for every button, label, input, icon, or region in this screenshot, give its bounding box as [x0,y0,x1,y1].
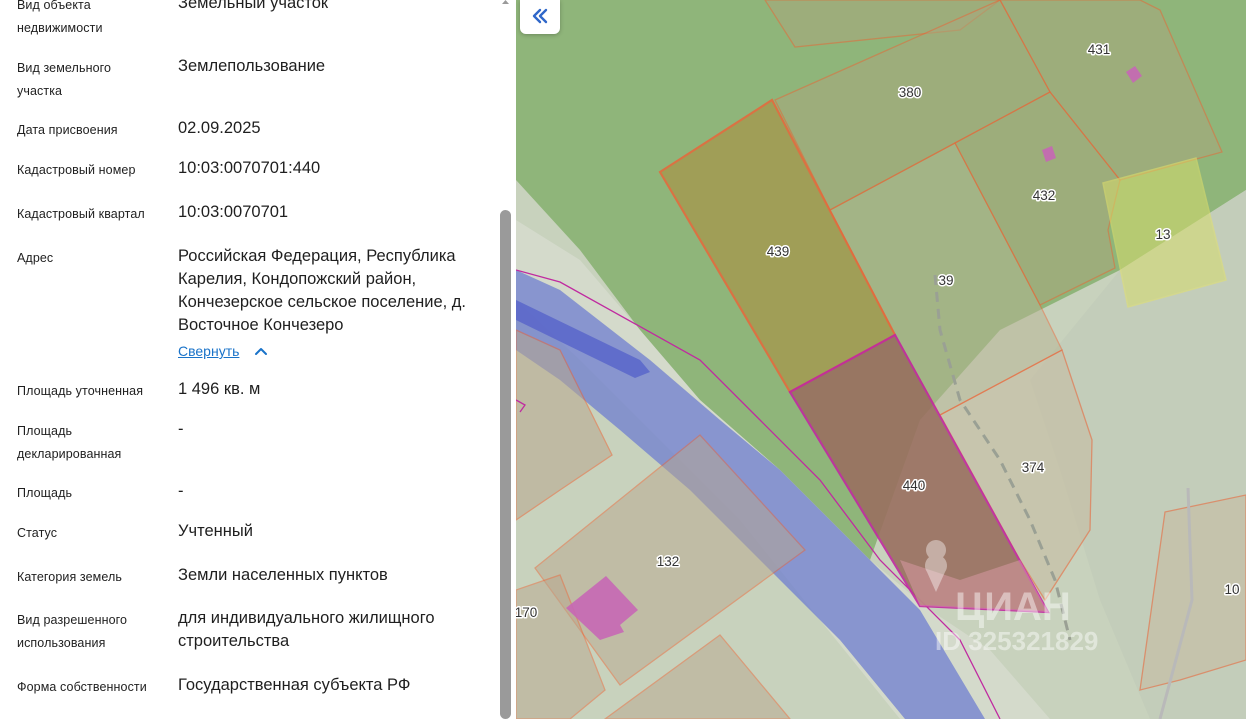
info-value: Земельный участок [178,0,329,12]
map-canvas[interactable]: 431 380 432 439 39 13 440 374 132 170 10… [516,0,1246,719]
cadastral-map[interactable]: 431 380 432 439 39 13 440 374 132 170 10… [516,0,1246,719]
info-value: для индивидуального жилищного строительс… [178,609,435,650]
collapse-link[interactable]: Свернуть [178,341,239,361]
watermark-brand: ЦИАН [955,585,1071,629]
scroll-up-arrow-icon[interactable] [500,0,511,4]
info-value: - [178,420,184,438]
info-label: Кадастровый номер [17,163,136,177]
parcel-label: 380 [899,85,922,100]
info-label: Площадь декларированная [17,424,122,461]
collapse-panel-button[interactable] [520,0,560,34]
parcel-label: 13 [1155,227,1170,242]
parcel-label: 170 [516,605,537,620]
info-value: Землепользование [178,57,326,75]
info-label: Вид разрешенного использования [17,613,128,650]
info-value: 1 496 кв. м [178,380,261,398]
parcel-label: 132 [657,554,680,569]
info-value[interactable]: 10:03:0070701 [178,201,483,224]
parcel-label: 440 [903,478,926,493]
info-value: - [178,482,184,500]
info-value: 02.09.2025 [178,119,261,137]
double-chevron-left-icon [532,8,548,24]
info-label: Дата присвоения [17,123,118,137]
info-label: Площадь [17,486,73,500]
watermark-id: ID 325321829 [935,626,1098,656]
info-label: Площадь уточненная [17,384,144,398]
scrollbar-thumb[interactable] [500,210,511,719]
info-label: Вид земельного участка [17,61,112,98]
info-label: Статус [17,526,58,540]
info-label: Форма собственности [17,680,147,694]
parcel-label: 439 [767,244,790,259]
parcel-label: 374 [1022,460,1045,475]
info-label: Адрес [17,251,54,265]
info-label: Кадастровый квартал [17,207,145,221]
parcel-label: 10 [1224,582,1239,597]
parcel-label: 39 [938,273,953,288]
info-value: Государственная субъекта РФ [178,676,411,694]
parcel-label: 432 [1033,188,1056,203]
parcel-label: 431 [1088,42,1111,57]
object-info-panel: Вид объекта недвижимости Земельный участ… [0,0,516,719]
chevron-up-icon[interactable] [254,344,268,358]
info-value[interactable]: 10:03:0070701:440 [178,157,483,180]
info-label: Вид объекта недвижимости [17,0,103,35]
info-value: Учтенный [178,522,253,540]
info-value: Земли населенных пунктов [178,566,388,584]
address-value: Российская Федерация, Республика Карелия… [178,247,467,334]
info-label: Категория земель [17,570,122,584]
